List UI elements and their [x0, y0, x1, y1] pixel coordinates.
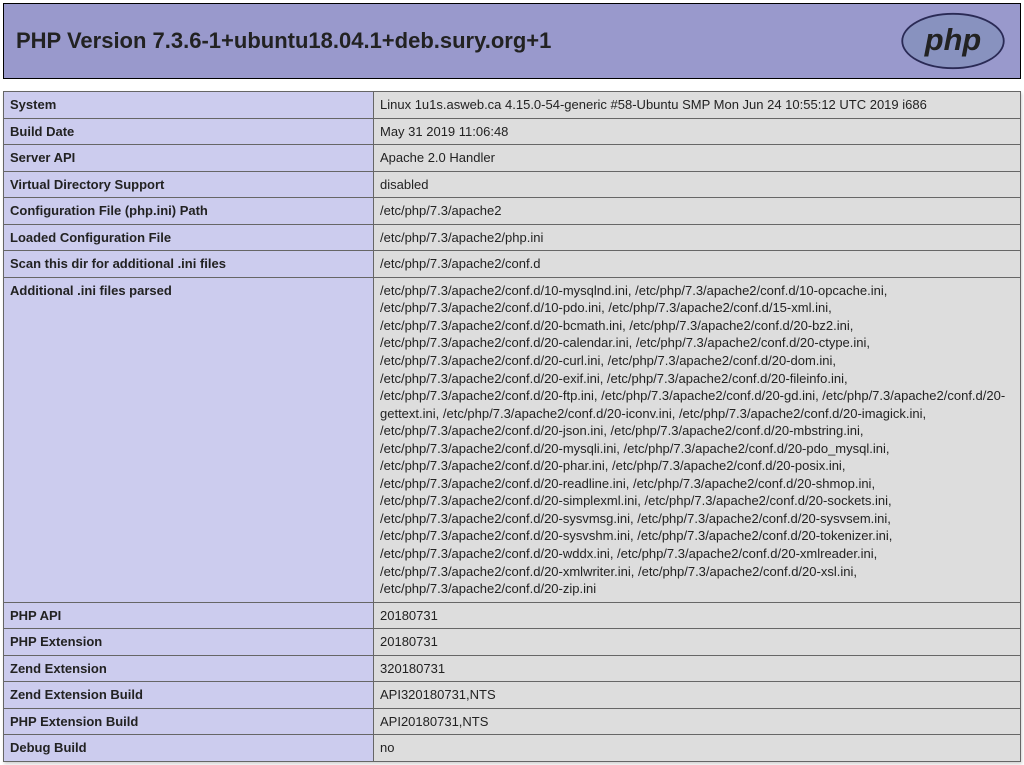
php-logo-icon: php	[898, 12, 1008, 70]
info-key: PHP API	[4, 602, 374, 629]
info-value: Linux 1u1s.asweb.ca 4.15.0-54-generic #5…	[374, 92, 1021, 119]
info-value: 320180731	[374, 655, 1021, 682]
info-key: Zend Extension	[4, 655, 374, 682]
table-row: PHP API20180731	[4, 602, 1021, 629]
phpinfo-header: PHP Version 7.3.6-1+ubuntu18.04.1+deb.su…	[3, 3, 1021, 79]
info-key: PHP Extension	[4, 629, 374, 656]
info-key: Debug Build	[4, 735, 374, 762]
info-key: Configuration File (php.ini) Path	[4, 198, 374, 225]
table-row: Additional .ini files parsed/etc/php/7.3…	[4, 277, 1021, 602]
table-row: Loaded Configuration File/etc/php/7.3/ap…	[4, 224, 1021, 251]
table-row: Zend Extension320180731	[4, 655, 1021, 682]
info-value: no	[374, 735, 1021, 762]
info-value: 20180731	[374, 602, 1021, 629]
info-value: API20180731,NTS	[374, 708, 1021, 735]
info-key: Scan this dir for additional .ini files	[4, 251, 374, 278]
info-key: Loaded Configuration File	[4, 224, 374, 251]
info-value: /etc/php/7.3/apache2/conf.d	[374, 251, 1021, 278]
table-row: Debug Buildno	[4, 735, 1021, 762]
info-value: May 31 2019 11:06:48	[374, 118, 1021, 145]
info-key: Server API	[4, 145, 374, 172]
info-value: Apache 2.0 Handler	[374, 145, 1021, 172]
info-key: Additional .ini files parsed	[4, 277, 374, 602]
table-row: Virtual Directory Supportdisabled	[4, 171, 1021, 198]
php-version-title: PHP Version 7.3.6-1+ubuntu18.04.1+deb.su…	[16, 28, 551, 54]
table-row: SystemLinux 1u1s.asweb.ca 4.15.0-54-gene…	[4, 92, 1021, 119]
info-value: 20180731	[374, 629, 1021, 656]
info-value: disabled	[374, 171, 1021, 198]
info-key: PHP Extension Build	[4, 708, 374, 735]
table-row: PHP Extension20180731	[4, 629, 1021, 656]
table-row: Zend Extension BuildAPI320180731,NTS	[4, 682, 1021, 709]
info-key: System	[4, 92, 374, 119]
info-key: Virtual Directory Support	[4, 171, 374, 198]
table-row: Server APIApache 2.0 Handler	[4, 145, 1021, 172]
info-key: Zend Extension Build	[4, 682, 374, 709]
table-row: Build DateMay 31 2019 11:06:48	[4, 118, 1021, 145]
table-row: Scan this dir for additional .ini files/…	[4, 251, 1021, 278]
info-value: API320180731,NTS	[374, 682, 1021, 709]
table-row: Configuration File (php.ini) Path/etc/ph…	[4, 198, 1021, 225]
phpinfo-table: SystemLinux 1u1s.asweb.ca 4.15.0-54-gene…	[3, 91, 1021, 762]
info-value: /etc/php/7.3/apache2	[374, 198, 1021, 225]
table-row: PHP Extension BuildAPI20180731,NTS	[4, 708, 1021, 735]
php-logo-text: php	[924, 22, 981, 57]
info-value: /etc/php/7.3/apache2/php.ini	[374, 224, 1021, 251]
info-value: /etc/php/7.3/apache2/conf.d/10-mysqlnd.i…	[374, 277, 1021, 602]
info-key: Build Date	[4, 118, 374, 145]
phpinfo-page: PHP Version 7.3.6-1+ubuntu18.04.1+deb.su…	[0, 0, 1024, 765]
